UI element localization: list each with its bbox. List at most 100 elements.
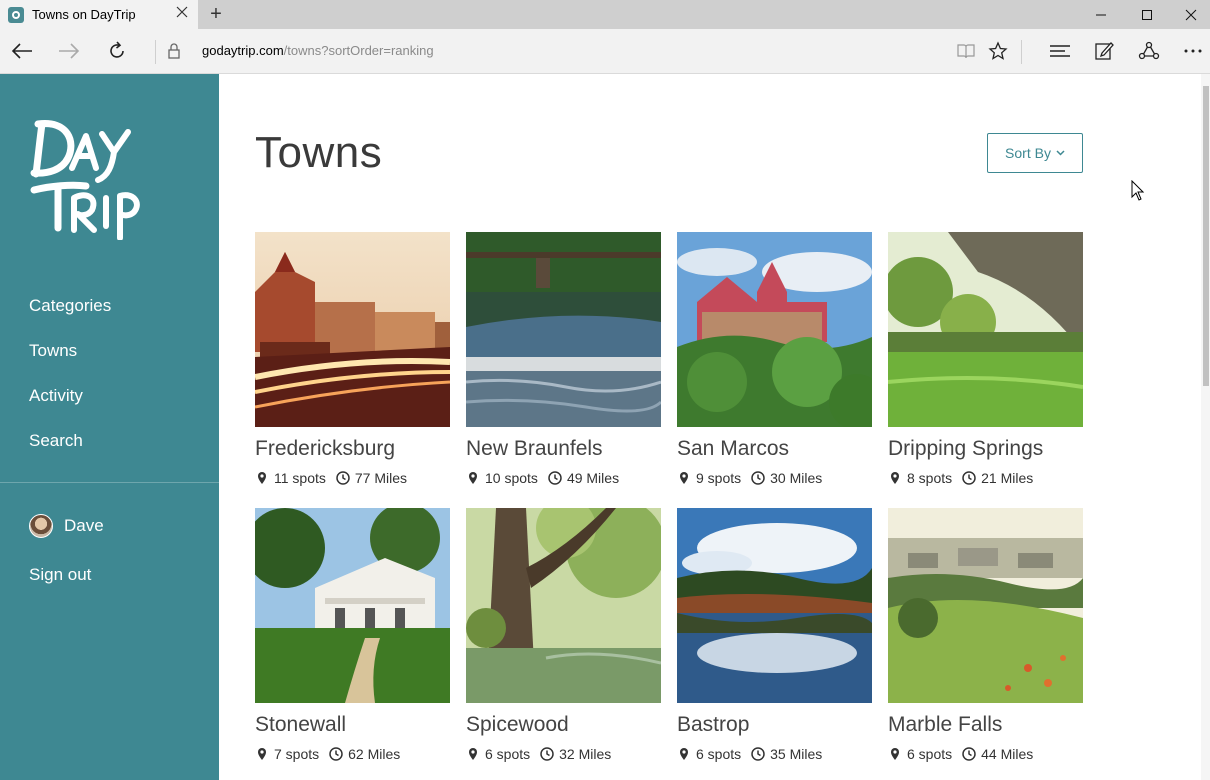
reading-view-icon[interactable] [952, 37, 980, 65]
scrollbar-thumb[interactable] [1203, 86, 1209, 386]
clock-icon [336, 470, 350, 486]
town-card-spicewood[interactable]: Spicewood 6 spots 32 Miles [466, 508, 661, 762]
forward-arrow-icon[interactable] [55, 37, 83, 65]
town-name[interactable]: New Braunfels [466, 437, 661, 461]
clock-icon [751, 746, 765, 762]
nav-towns[interactable]: Towns [29, 341, 77, 361]
new-tab-button[interactable]: + [206, 4, 226, 24]
town-meta: 7 spots 62 Miles [255, 746, 450, 762]
clock-icon [329, 746, 343, 762]
town-meta: 10 spots 49 Miles [466, 470, 661, 486]
browser-tab[interactable]: Towns on DayTrip [0, 0, 198, 29]
map-pin-icon [466, 746, 480, 762]
main-content: Towns Sort By Fredericksburg 11 spots 77… [219, 74, 1201, 780]
daytrip-logo[interactable] [28, 118, 143, 241]
town-photo[interactable] [677, 508, 872, 703]
town-photo[interactable] [466, 232, 661, 427]
spots-count: 6 spots [907, 746, 953, 762]
map-pin-icon [677, 470, 691, 486]
sign-out-link[interactable]: Sign out [29, 565, 91, 585]
page-title: Towns [255, 128, 383, 177]
browser-tab-bar: Towns on DayTrip + [0, 0, 1210, 29]
town-card-fredericksburg[interactable]: Fredericksburg 11 spots 77 Miles [255, 232, 450, 486]
distance: 32 Miles [559, 746, 612, 762]
distance: 49 Miles [566, 470, 620, 486]
town-photo[interactable] [466, 508, 661, 703]
sort-by-button[interactable]: Sort By [987, 133, 1083, 173]
town-meta: 6 spots 44 Miles [888, 746, 1083, 762]
spots-count: 6 spots [485, 746, 531, 762]
town-meta: 6 spots 35 Miles [677, 746, 872, 762]
spots-count: 11 spots [274, 470, 326, 486]
town-photo[interactable] [255, 508, 450, 703]
web-note-icon[interactable] [1090, 37, 1118, 65]
vertical-scrollbar[interactable] [1201, 74, 1210, 780]
chevron-down-icon [1056, 148, 1065, 159]
nav-categories[interactable]: Categories [29, 296, 111, 316]
clock-icon [962, 470, 976, 486]
tab-title: Towns on DayTrip [32, 7, 136, 22]
town-card-san-marcos[interactable]: San Marcos 9 spots 30 Miles [677, 232, 872, 486]
map-pin-icon [255, 470, 269, 486]
share-icon[interactable] [1135, 37, 1163, 65]
town-photo[interactable] [888, 508, 1083, 703]
window-close-icon[interactable] [1168, 0, 1210, 29]
map-pin-icon [677, 746, 691, 762]
clock-icon [962, 746, 976, 762]
town-meta: 9 spots 30 Miles [677, 470, 872, 486]
mouse-cursor-icon [1131, 179, 1145, 207]
town-name[interactable]: Spicewood [466, 713, 661, 737]
avatar [29, 514, 53, 538]
town-card-marble-falls[interactable]: Marble Falls 6 spots 44 Miles [888, 508, 1083, 762]
back-arrow-icon[interactable] [8, 37, 36, 65]
town-name[interactable]: Marble Falls [888, 713, 1083, 737]
map-pin-icon [888, 470, 902, 486]
url-domain: godaytrip.com [202, 43, 284, 58]
town-photo[interactable] [888, 232, 1083, 427]
user-profile-link[interactable]: Dave [29, 514, 104, 538]
minimize-icon[interactable] [1078, 0, 1124, 29]
town-card-new-braunfels[interactable]: New Braunfels 10 spots 49 Miles [466, 232, 661, 486]
sidebar-divider [0, 482, 219, 483]
town-card-bastrop[interactable]: Bastrop 6 spots 35 Miles [677, 508, 872, 762]
clock-icon [751, 470, 765, 486]
more-dots-icon[interactable] [1179, 37, 1207, 65]
town-meta: 8 spots 21 Miles [888, 470, 1083, 486]
map-pin-icon [466, 470, 480, 486]
sort-by-label: Sort By [1005, 145, 1051, 161]
spots-count: 7 spots [274, 746, 320, 762]
favorite-star-icon[interactable] [984, 37, 1012, 65]
distance: 30 Miles [770, 470, 823, 486]
spots-count: 6 spots [696, 746, 742, 762]
town-photo[interactable] [255, 232, 450, 427]
town-card-dripping-springs[interactable]: Dripping Springs 8 spots 21 Miles [888, 232, 1083, 486]
town-name[interactable]: Stonewall [255, 713, 450, 737]
nav-activity[interactable]: Activity [29, 386, 83, 406]
address-input[interactable]: godaytrip.com/towns?sortOrder=ranking [202, 43, 434, 58]
town-name[interactable]: Fredericksburg [255, 437, 450, 461]
user-name: Dave [64, 516, 104, 535]
url-path: /towns?sortOrder=ranking [283, 43, 434, 58]
town-photo[interactable] [677, 232, 872, 427]
hub-icon[interactable] [1046, 37, 1074, 65]
town-name[interactable]: Bastrop [677, 713, 872, 737]
clock-icon [540, 746, 554, 762]
clock-icon [548, 470, 562, 486]
town-name[interactable]: San Marcos [677, 437, 872, 461]
tab-close-icon[interactable] [174, 6, 190, 22]
nav-search[interactable]: Search [29, 431, 83, 451]
daytrip-favicon-icon [8, 6, 24, 23]
map-pin-icon [888, 746, 902, 762]
distance: 35 Miles [770, 746, 823, 762]
town-card-stonewall[interactable]: Stonewall 7 spots 62 Miles [255, 508, 450, 762]
town-meta: 11 spots 77 Miles [255, 470, 450, 486]
lock-icon [160, 37, 188, 65]
spots-count: 9 spots [696, 470, 742, 486]
address-toolbar: godaytrip.com/towns?sortOrder=ranking [0, 29, 1210, 74]
distance: 21 Miles [981, 470, 1034, 486]
sidebar: Categories Towns Activity Search Dave Si… [0, 74, 219, 780]
refresh-icon[interactable] [103, 37, 131, 65]
town-name[interactable]: Dripping Springs [888, 437, 1083, 461]
maximize-icon[interactable] [1124, 0, 1170, 29]
distance: 44 Miles [981, 746, 1034, 762]
